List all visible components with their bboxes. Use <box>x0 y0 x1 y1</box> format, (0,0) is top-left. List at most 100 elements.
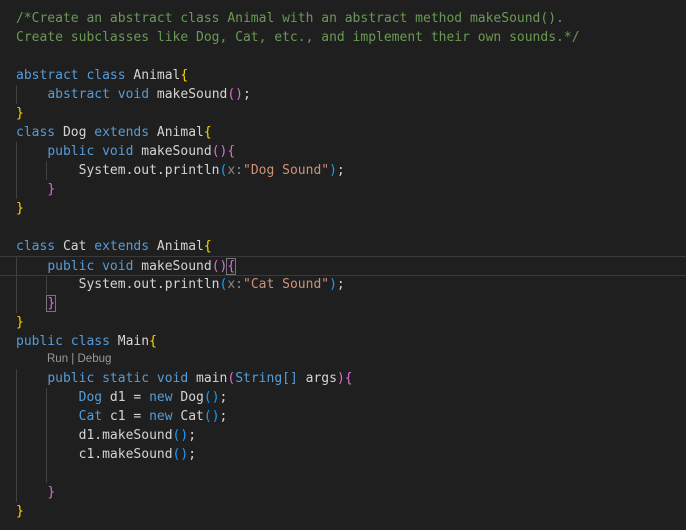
code-line[interactable] <box>0 47 686 66</box>
code-line[interactable]: public void makeSound(){ <box>0 142 686 161</box>
code-line[interactable]: Dog d1 = new Dog(); <box>0 388 686 407</box>
code-comment: Create subclasses like Dog, Cat, etc., a… <box>16 30 580 45</box>
code-token: System.out.println <box>78 163 220 178</box>
code-line-text: Create subclasses like Dog, Cat, etc., a… <box>16 28 580 47</box>
code-token: ; <box>188 428 197 443</box>
code-line-text: } <box>16 483 55 502</box>
code-token: ; <box>243 87 251 102</box>
code-line-text: abstract void makeSound(); <box>16 85 251 104</box>
code-line-text: System.out.println(x:"Cat Sound"); <box>16 275 345 294</box>
code-token: () <box>172 428 189 443</box>
code-token: d1 = <box>102 390 150 405</box>
code-line-text: Dog d1 = new Dog(); <box>16 388 228 407</box>
code-token: makeSound <box>141 144 212 159</box>
code-line-text: } <box>16 294 57 313</box>
code-token: static <box>102 371 150 386</box>
code-token: } <box>16 201 24 216</box>
code-token: args <box>305 371 337 386</box>
code-token: ) <box>329 277 337 292</box>
code-line[interactable]: } <box>0 104 686 123</box>
code-line[interactable] <box>0 464 686 483</box>
codelens-debug-link[interactable]: Debug <box>78 353 112 365</box>
code-token: } <box>47 182 56 197</box>
code-token: x: <box>227 277 243 292</box>
code-line[interactable]: public class Main{ <box>0 332 686 351</box>
code-token: extends <box>94 125 150 140</box>
code-line[interactable]: } <box>0 180 686 199</box>
code-token: (){ <box>211 144 236 159</box>
code-token: class <box>70 334 110 349</box>
code-line[interactable]: System.out.println(x:"Cat Sound"); <box>0 275 686 294</box>
code-token: public <box>47 259 95 274</box>
code-token: () <box>211 259 228 274</box>
codelens-separator: | <box>68 353 78 365</box>
code-token: abstract <box>47 87 110 102</box>
code-token: { <box>203 125 212 140</box>
code-line[interactable]: abstract void makeSound(); <box>0 85 686 104</box>
code-editor[interactable]: /*Create an abstract class Animal with a… <box>0 0 686 530</box>
code-line[interactable]: d1.makeSound(); <box>0 426 686 445</box>
code-line[interactable]: /*Create an abstract class Animal with a… <box>0 9 686 28</box>
code-token: ; <box>219 390 228 405</box>
code-line-text: public static void main(String[] args){ <box>16 369 353 388</box>
code-token: "Cat Sound" <box>243 277 330 292</box>
code-token: class <box>86 68 126 83</box>
code-token: void <box>102 144 134 159</box>
code-token: new <box>149 390 173 405</box>
code-token: public <box>16 334 63 349</box>
code-line[interactable]: class Cat extends Animal{ <box>0 237 686 256</box>
code-line-text: } <box>16 104 24 123</box>
code-token: abstract <box>16 68 79 83</box>
code-line[interactable]: class Dog extends Animal{ <box>0 123 686 142</box>
code-token: } <box>16 315 24 330</box>
code-line[interactable]: abstract class Animal{ <box>0 66 686 85</box>
code-line[interactable]: } <box>0 294 686 313</box>
code-line[interactable]: c1.makeSound(); <box>0 445 686 464</box>
code-token: ; <box>336 277 345 292</box>
codelens-run-link[interactable]: Run <box>47 353 68 365</box>
code-line[interactable]: Create subclasses like Dog, Cat, etc., a… <box>0 28 686 47</box>
code-token: ){ <box>336 371 353 386</box>
code-line[interactable]: public void makeSound(){ <box>0 256 686 276</box>
code-token: Animal <box>156 125 204 140</box>
code-line[interactable]: } <box>0 483 686 502</box>
code-token: new <box>149 409 173 424</box>
code-comment: /*Create an abstract class Animal with a… <box>16 11 564 26</box>
code-line-text: c1.makeSound(); <box>16 445 196 464</box>
code-line[interactable]: } <box>0 313 686 332</box>
code-token: { <box>203 239 212 254</box>
code-token: c1.makeSound <box>78 447 173 462</box>
code-line[interactable] <box>0 218 686 237</box>
code-token: ; <box>188 447 197 462</box>
code-line-text: d1.makeSound(); <box>16 426 196 445</box>
code-line-text: abstract class Animal{ <box>16 66 188 85</box>
code-line[interactable]: public static void main(String[] args){ <box>0 369 686 388</box>
code-line[interactable]: Cat c1 = new Cat(); <box>0 407 686 426</box>
code-line[interactable]: } <box>0 502 686 521</box>
code-line[interactable]: System.out.println(x:"Dog Sound"); <box>0 161 686 180</box>
code-token: d1.makeSound <box>78 428 173 443</box>
code-token: main <box>196 371 228 386</box>
code-token: c1 = <box>102 409 150 424</box>
code-token: } <box>16 504 24 519</box>
code-token: Animal <box>133 68 181 83</box>
code-line[interactable]: } <box>0 199 686 218</box>
code-token: class <box>16 125 56 140</box>
code-token: String[] <box>235 371 298 386</box>
